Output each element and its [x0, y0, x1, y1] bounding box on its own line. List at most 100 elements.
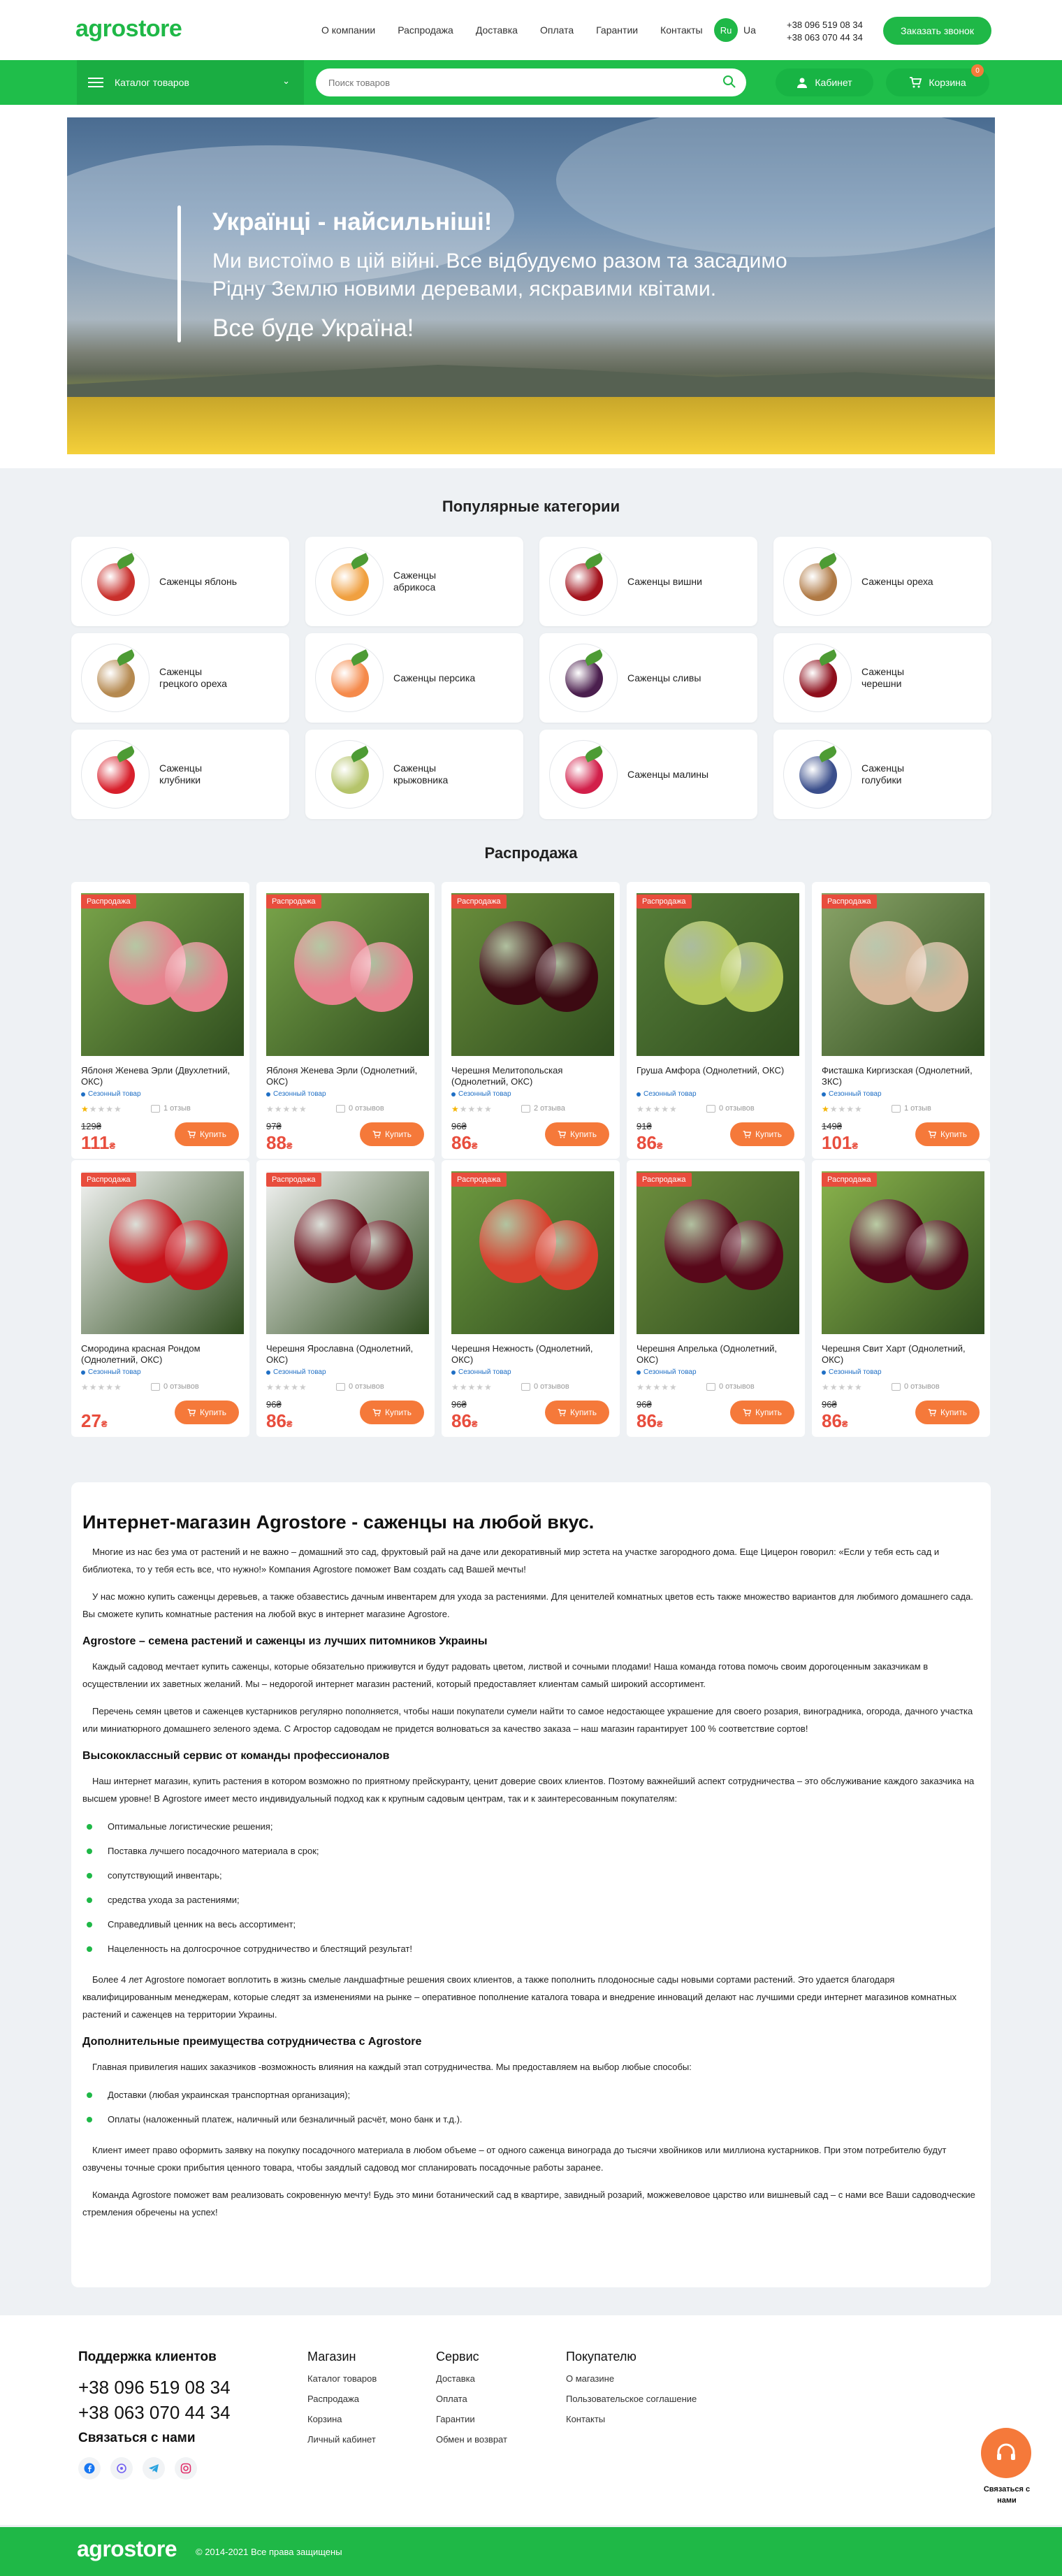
footer-link[interactable]: Каталог товаров — [307, 2368, 377, 2389]
category-card[interactable]: Саженцы ореха — [773, 537, 991, 626]
category-card[interactable]: Саженцы персика — [305, 633, 523, 723]
buy-button[interactable]: Купить — [175, 1401, 239, 1424]
product-image[interactable] — [637, 1171, 799, 1334]
nav-delivery[interactable]: Доставка — [476, 24, 518, 36]
product-card[interactable]: Распродажа Яблоня Женева Эрли (Двухлетний… — [71, 882, 249, 1159]
reviews-link[interactable]: 0 отзывов — [336, 1382, 384, 1391]
search-input[interactable] — [328, 77, 706, 88]
reviews-link[interactable]: 1 отзыв — [151, 1104, 191, 1113]
footer-link[interactable]: Обмен и возврат — [436, 2429, 507, 2450]
footer-phone-2[interactable]: +38 063 070 44 34 — [78, 2400, 231, 2425]
buy-button[interactable]: Купить — [545, 1401, 609, 1424]
product-name[interactable]: Черешня Мелитопольская (Однолетний, ОКС) — [451, 1065, 612, 1087]
footer-logo[interactable]: agrostore — [77, 2536, 177, 2562]
category-card[interactable]: Саженцы яблонь — [71, 537, 289, 626]
footer-link[interactable]: О магазине — [566, 2368, 697, 2389]
instagram-icon[interactable] — [175, 2457, 197, 2480]
category-card[interactable]: Саженцы черешни — [773, 633, 991, 723]
search-icon[interactable] — [722, 75, 736, 89]
catalog-button[interactable]: Каталог товаров ⌄ — [77, 60, 304, 105]
product-image[interactable] — [266, 1171, 429, 1334]
category-card[interactable]: Саженцы абрикоса — [305, 537, 523, 626]
facebook-icon[interactable] — [78, 2457, 101, 2480]
product-name[interactable]: Черешня Нежность (Однолетний, ОКС) — [451, 1343, 612, 1366]
footer-link[interactable]: Доставка — [436, 2368, 507, 2389]
reviews-link[interactable]: 2 отзыва — [521, 1104, 565, 1113]
buy-button[interactable]: Купить — [730, 1401, 794, 1424]
product-image[interactable] — [822, 1171, 984, 1334]
buy-button[interactable]: Купить — [360, 1401, 424, 1424]
header-phone-2[interactable]: +38 063 070 44 34 — [787, 31, 863, 44]
product-image[interactable] — [451, 1171, 614, 1334]
reviews-link[interactable]: 0 отзывов — [336, 1104, 384, 1113]
reviews-link[interactable]: 0 отзывов — [521, 1382, 569, 1391]
chat-button[interactable] — [981, 2428, 1031, 2478]
product-name[interactable]: Яблоня Женева Эрли (Двухлетний, ОКС) — [81, 1065, 242, 1087]
footer-link[interactable]: Гарантии — [436, 2409, 507, 2429]
product-card[interactable]: Распродажа Черешня Свит Харт (Однолетний,… — [812, 1160, 990, 1437]
category-card[interactable]: Саженцы голубики — [773, 730, 991, 819]
product-name[interactable]: Фисташка Киргизская (Однолетний, ЗКС) — [822, 1065, 982, 1087]
product-image[interactable] — [637, 893, 799, 1056]
nav-about[interactable]: О компании — [321, 24, 375, 36]
reviews-link[interactable]: 0 отзывов — [706, 1104, 755, 1113]
reviews-link[interactable]: 1 отзыв — [892, 1104, 931, 1113]
reviews-link[interactable]: 0 отзывов — [892, 1382, 940, 1391]
product-name[interactable]: Черешня Апрелька (Однолетний, ОКС) — [637, 1343, 797, 1366]
nav-payment[interactable]: Оплата — [540, 24, 574, 36]
nav-contacts[interactable]: Контакты — [660, 24, 702, 36]
telegram-icon[interactable] — [143, 2457, 165, 2480]
buy-button[interactable]: Купить — [545, 1122, 609, 1146]
buy-button[interactable]: Купить — [915, 1401, 980, 1424]
product-card[interactable]: Распродажа Черешня Ярославна (Однолетний,… — [256, 1160, 435, 1437]
reviews-link[interactable]: 0 отзывов — [706, 1382, 755, 1391]
footer-phone-1[interactable]: +38 096 519 08 34 — [78, 2375, 231, 2400]
buy-button[interactable]: Купить — [915, 1122, 980, 1146]
lang-ua-button[interactable]: Ua — [743, 24, 756, 36]
footer-link[interactable]: Оплата — [436, 2389, 507, 2409]
product-card[interactable]: Распродажа Смородина красная Рондом (Одно… — [71, 1160, 249, 1437]
product-name[interactable]: Черешня Свит Харт (Однолетний, ОКС) — [822, 1343, 982, 1366]
product-name[interactable]: Смородина красная Рондом (Однолетний, ОК… — [81, 1343, 242, 1366]
product-name[interactable]: Черешня Ярославна (Однолетний, ОКС) — [266, 1343, 427, 1366]
category-card[interactable]: Саженцы грецкого ореха — [71, 633, 289, 723]
footer-link[interactable]: Контакты — [566, 2409, 697, 2429]
product-card[interactable]: Распродажа Фисташка Киргизская (Однолетни… — [812, 882, 990, 1159]
category-card[interactable]: Саженцы малины — [539, 730, 757, 819]
hero-banner[interactable]: Українці - найсильніші! Ми вистоїмо в ці… — [67, 117, 995, 454]
category-card[interactable]: Саженцы вишни — [539, 537, 757, 626]
site-logo[interactable]: agrostore — [75, 15, 182, 43]
product-name[interactable]: Яблоня Женева Эрли (Однолетний, ОКС) — [266, 1065, 427, 1087]
category-card[interactable]: Саженцы крыжовника — [305, 730, 523, 819]
category-image — [97, 563, 135, 601]
cart-button[interactable]: Корзина 0 — [886, 64, 989, 96]
category-card[interactable]: Саженцы клубники — [71, 730, 289, 819]
product-image[interactable] — [81, 1171, 244, 1334]
footer-link[interactable]: Личный кабинет — [307, 2429, 377, 2450]
footer-link[interactable]: Пользовательское соглашение — [566, 2389, 697, 2409]
product-card[interactable]: Распродажа Черешня Мелитопольская (Одноле… — [442, 882, 620, 1159]
product-card[interactable]: Распродажа Черешня Нежность (Однолетний, … — [442, 1160, 620, 1437]
product-image[interactable] — [822, 893, 984, 1056]
footer-link[interactable]: Корзина — [307, 2409, 377, 2429]
cabinet-button[interactable]: Кабинет — [776, 68, 873, 96]
reviews-link[interactable]: 0 отзывов — [151, 1382, 199, 1391]
nav-guarantees[interactable]: Гарантии — [596, 24, 638, 36]
nav-sale[interactable]: Распродажа — [398, 24, 453, 36]
buy-button[interactable]: Купить — [730, 1122, 794, 1146]
product-image[interactable] — [451, 893, 614, 1056]
lang-ru-button[interactable]: Ru — [714, 18, 738, 42]
product-card[interactable]: Распродажа Яблоня Женева Эрли (Однолетний… — [256, 882, 435, 1159]
product-image[interactable] — [266, 893, 429, 1056]
footer-link[interactable]: Распродажа — [307, 2389, 377, 2409]
buy-button[interactable]: Купить — [360, 1122, 424, 1146]
order-call-button[interactable]: Заказать звонок — [883, 17, 991, 45]
buy-button[interactable]: Купить — [175, 1122, 239, 1146]
product-image[interactable] — [81, 893, 244, 1056]
header-phone-1[interactable]: +38 096 519 08 34 — [787, 19, 863, 31]
product-card[interactable]: Распродажа Черешня Апрелька (Однолетний, … — [627, 1160, 805, 1437]
category-card[interactable]: Саженцы сливы — [539, 633, 757, 723]
viber-icon[interactable] — [110, 2457, 133, 2480]
product-card[interactable]: Распродажа Груша Амфора (Однолетний, ОКС)… — [627, 882, 805, 1159]
product-name[interactable]: Груша Амфора (Однолетний, ОКС) — [637, 1065, 797, 1076]
